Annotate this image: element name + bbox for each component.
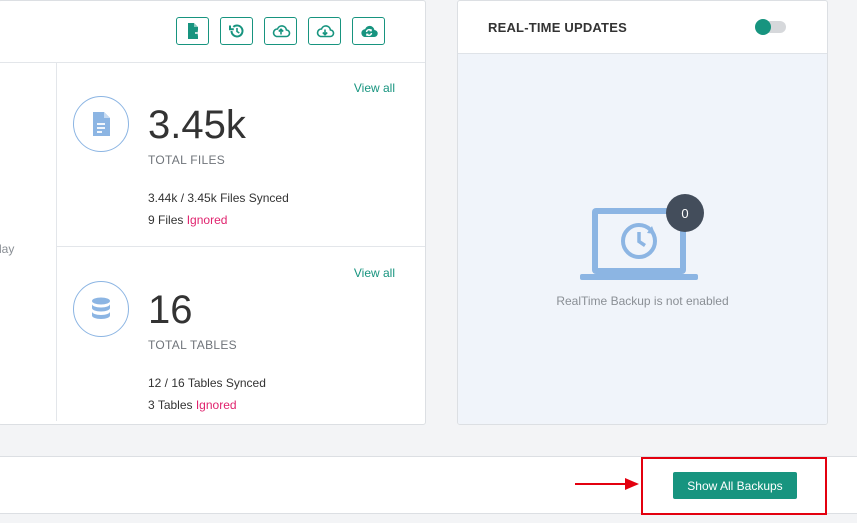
database-icon xyxy=(92,297,110,319)
cloud-download-icon xyxy=(316,25,334,38)
total-files-count: 3.45k xyxy=(148,103,246,147)
files-ignored-label[interactable]: Ignored xyxy=(187,213,228,227)
total-files-label: TOTAL FILES xyxy=(148,153,226,167)
stats-divider xyxy=(56,246,425,247)
tables-ignored-line: 3 Tables Ignored xyxy=(148,398,237,412)
export-file-button[interactable] xyxy=(176,17,209,45)
show-all-backups-button[interactable]: Show All Backups xyxy=(673,472,797,499)
cloud-download-button[interactable] xyxy=(308,17,341,45)
realtime-updates-panel: REAL-TIME UPDATES 0 RealTime Backup is n… xyxy=(457,0,828,425)
files-synced-label: Files Synced xyxy=(220,191,289,205)
cloud-sync-icon xyxy=(360,25,378,38)
realtime-title: REAL-TIME UPDATES xyxy=(488,20,627,35)
files-ignored-prefix: Files xyxy=(158,213,184,227)
realtime-body: 0 RealTime Backup is not enabled xyxy=(458,53,827,424)
column-divider xyxy=(56,63,57,421)
file-icon xyxy=(93,112,110,136)
truncated-text: lay xyxy=(0,242,15,256)
tables-synced-label: Tables Synced xyxy=(187,376,266,390)
files-synced-line: 3.44k / 3.45k Files Synced xyxy=(148,191,289,205)
tables-ignored-label[interactable]: Ignored xyxy=(196,398,237,412)
files-ignored-value: 9 xyxy=(148,213,155,227)
backup-toolbar xyxy=(176,17,385,45)
red-arrow-annotation xyxy=(575,478,639,490)
header-divider xyxy=(0,62,425,63)
files-synced-value: 3.44k / 3.45k xyxy=(148,191,217,205)
tables-ignored-value: 3 xyxy=(148,398,155,412)
export-file-icon xyxy=(187,23,202,39)
tables-view-all-link[interactable]: View all xyxy=(354,266,395,280)
tables-synced-value: 12 / 16 xyxy=(148,376,185,390)
cloud-upload-icon xyxy=(272,25,290,38)
realtime-status-message: RealTime Backup is not enabled xyxy=(556,294,729,308)
cloud-upload-button[interactable] xyxy=(264,17,297,45)
restore-icon xyxy=(228,24,243,38)
files-ignored-line: 9 Files Ignored xyxy=(148,213,227,227)
toggle-knob xyxy=(755,19,771,35)
restore-button[interactable] xyxy=(220,17,253,45)
files-view-all-link[interactable]: View all xyxy=(354,81,395,95)
tables-icon-circle xyxy=(73,281,129,337)
cloud-sync-button[interactable] xyxy=(352,17,385,45)
backup-stats-panel: lay View all 3.45k TOTAL FILES 3.44k / 3… xyxy=(0,0,426,425)
tables-ignored-prefix: Tables xyxy=(157,398,193,412)
files-icon-circle xyxy=(73,96,129,152)
realtime-toggle[interactable] xyxy=(755,19,786,35)
total-tables-count: 16 xyxy=(148,288,193,332)
total-tables-label: TOTAL TABLES xyxy=(148,338,237,352)
tables-synced-line: 12 / 16 Tables Synced xyxy=(148,376,266,390)
realtime-count-badge: 0 xyxy=(666,194,704,232)
